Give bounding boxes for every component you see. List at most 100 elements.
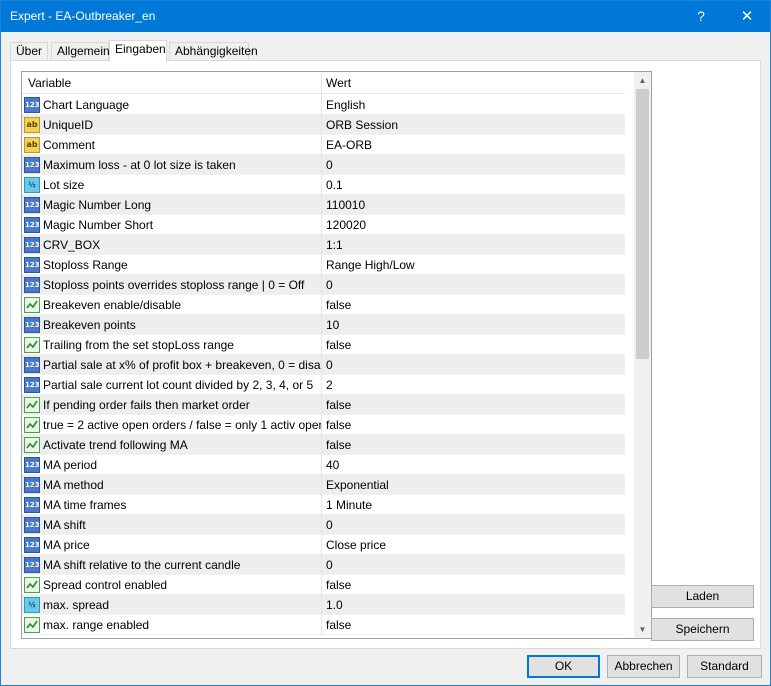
value-cell[interactable]: EA-ORB xyxy=(322,135,625,155)
value-cell[interactable]: false xyxy=(322,415,625,435)
value-cell[interactable]: 110010 xyxy=(322,195,625,215)
cancel-button[interactable]: Abbrechen xyxy=(607,655,680,678)
table-row[interactable]: If pending order fails then market order… xyxy=(22,395,625,415)
value-cell[interactable]: false xyxy=(322,575,625,595)
table-row[interactable]: ½ Lot size 0.1 xyxy=(22,175,625,195)
table-row[interactable]: 123 Magic Number Long 110010 xyxy=(22,195,625,215)
boolean-type-icon xyxy=(24,617,40,633)
variable-name: MA time frames xyxy=(43,498,127,512)
table-row[interactable]: Trailing from the set stopLoss range fals… xyxy=(22,335,625,355)
vertical-scrollbar[interactable]: ▲ ▼ xyxy=(634,72,651,638)
table-row[interactable]: 123 Partial sale at x% of profit box + br… xyxy=(22,355,625,375)
table-row[interactable]: 123 MA shift relative to the current cand… xyxy=(22,555,625,575)
scroll-up-arrow-icon[interactable]: ▲ xyxy=(634,72,651,89)
variable-cell: 123 MA time frames xyxy=(22,495,322,515)
value-cell[interactable]: 1.0 xyxy=(322,595,625,615)
variable-cell: true = 2 active open orders / false = on… xyxy=(22,415,322,435)
variable-name: Stoploss points overrides stoploss range… xyxy=(43,278,305,292)
value-cell[interactable]: 0 xyxy=(322,555,625,575)
variable-name: MA method xyxy=(43,478,104,492)
scroll-thumb[interactable] xyxy=(636,89,649,359)
table-row[interactable]: 123 MA period 40 xyxy=(22,455,625,475)
value-cell[interactable]: Exponential xyxy=(322,475,625,495)
load-button[interactable]: Laden xyxy=(651,585,754,608)
column-header-variable[interactable]: Variable xyxy=(22,72,322,94)
scroll-down-arrow-icon[interactable]: ▼ xyxy=(634,621,651,638)
table-row[interactable]: 123 Chart Language English xyxy=(22,95,625,115)
string-type-icon: ab xyxy=(24,117,40,133)
integer-type-icon: 123 xyxy=(24,317,40,333)
column-header-value[interactable]: Wert xyxy=(322,72,625,94)
variable-cell: 123 MA shift relative to the current cand… xyxy=(22,555,322,575)
table-row[interactable]: 123 Partial sale current lot count divide… xyxy=(22,375,625,395)
value-cell[interactable]: ORB Session xyxy=(322,115,625,135)
value-cell[interactable]: 1 Minute xyxy=(322,495,625,515)
value-cell[interactable]: false xyxy=(322,395,625,415)
variable-name: true = 2 active open orders / false = on… xyxy=(43,418,322,432)
variable-cell: 123 Stoploss Range xyxy=(22,255,322,275)
variable-name: Spread control enabled xyxy=(43,578,168,592)
value-cell[interactable]: Range High/Low xyxy=(322,255,625,275)
table-row[interactable]: true = 2 active open orders / false = on… xyxy=(22,415,625,435)
boolean-type-icon xyxy=(24,297,40,313)
tab-ueber[interactable]: Über xyxy=(10,42,48,61)
value-cell[interactable]: false xyxy=(322,615,625,635)
value-cell[interactable]: 1:1 xyxy=(322,235,625,255)
table-row[interactable]: Breakeven enable/disable false xyxy=(22,295,625,315)
value-cell[interactable]: 0 xyxy=(322,355,625,375)
value-cell[interactable]: 10 xyxy=(322,315,625,335)
variable-name: MA period xyxy=(43,458,98,472)
variable-name: Magic Number Short xyxy=(43,218,154,232)
default-button[interactable]: Standard xyxy=(687,655,762,678)
value-cell[interactable]: 0 xyxy=(322,275,625,295)
value-cell[interactable]: false xyxy=(322,435,625,455)
value-cell[interactable]: Close price xyxy=(322,535,625,555)
value-cell[interactable]: 0 xyxy=(322,515,625,535)
variable-cell: 123 MA price xyxy=(22,535,322,555)
variable-cell: ab UniqueID xyxy=(22,115,322,135)
inputs-grid: Variable Wert 123 Chart Language English ab… xyxy=(21,71,652,639)
table-row[interactable]: 123 MA shift 0 xyxy=(22,515,625,535)
title-bar[interactable]: Expert - EA-Outbreaker_en ? ✕ xyxy=(1,1,770,32)
integer-type-icon: 123 xyxy=(24,517,40,533)
integer-type-icon: 123 xyxy=(24,357,40,373)
value-cell[interactable]: 120020 xyxy=(322,215,625,235)
ok-button[interactable]: OK xyxy=(527,655,600,678)
table-row[interactable]: 123 MA price Close price xyxy=(22,535,625,555)
variable-cell: 123 Magic Number Long xyxy=(22,195,322,215)
tab-allgemein[interactable]: Allgemein xyxy=(51,42,110,61)
table-row[interactable]: ½ max. spread 1.0 xyxy=(22,595,625,615)
value-cell[interactable]: 2 xyxy=(322,375,625,395)
integer-type-icon: 123 xyxy=(24,537,40,553)
integer-type-icon: 123 xyxy=(24,157,40,173)
save-button[interactable]: Speichern xyxy=(651,618,754,641)
tab-eingaben[interactable]: Eingaben xyxy=(109,40,167,62)
table-row[interactable]: ab UniqueID ORB Session xyxy=(22,115,625,135)
value-cell[interactable]: English xyxy=(322,95,625,115)
value-cell[interactable]: 40 xyxy=(322,455,625,475)
table-row[interactable]: max. range enabled false xyxy=(22,615,625,635)
value-cell[interactable]: false xyxy=(322,335,625,355)
table-row[interactable]: 123 Stoploss Range Range High/Low xyxy=(22,255,625,275)
variable-cell: 123 MA period xyxy=(22,455,322,475)
table-row[interactable]: 123 MA method Exponential xyxy=(22,475,625,495)
close-button[interactable]: ✕ xyxy=(724,1,770,32)
table-row[interactable]: 123 MA time frames 1 Minute xyxy=(22,495,625,515)
value-cell[interactable]: 0.1 xyxy=(322,175,625,195)
tab-abhaengigkeiten[interactable]: Abhängigkeiten xyxy=(169,42,258,61)
table-row[interactable]: ab Comment EA-ORB xyxy=(22,135,625,155)
table-row[interactable]: 123 Magic Number Short 120020 xyxy=(22,215,625,235)
help-button[interactable]: ? xyxy=(678,1,724,32)
integer-type-icon: 123 xyxy=(24,557,40,573)
variable-cell: ½ max. spread xyxy=(22,595,322,615)
table-row[interactable]: 123 CRV_BOX 1:1 xyxy=(22,235,625,255)
value-cell[interactable]: 0 xyxy=(322,155,625,175)
table-row[interactable]: Spread control enabled false xyxy=(22,575,625,595)
double-type-icon: ½ xyxy=(24,597,40,613)
table-row[interactable]: 123 Maximum loss - at 0 lot size is taken… xyxy=(22,155,625,175)
table-row[interactable]: Activate trend following MA false xyxy=(22,435,625,455)
table-row[interactable]: 123 Stoploss points overrides stoploss ra… xyxy=(22,275,625,295)
integer-type-icon: 123 xyxy=(24,497,40,513)
value-cell[interactable]: false xyxy=(322,295,625,315)
table-row[interactable]: 123 Breakeven points 10 xyxy=(22,315,625,335)
